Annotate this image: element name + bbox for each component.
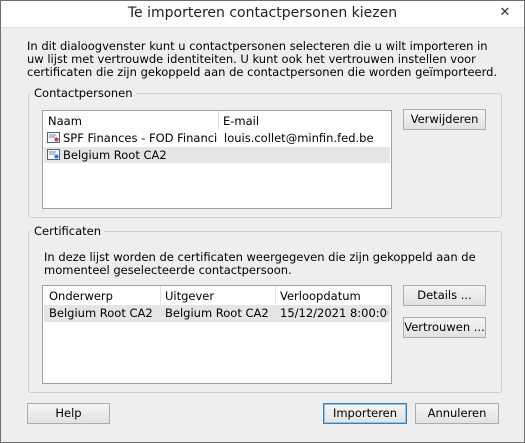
certificates-list-header: Onderwerp Uitgever Verloopdatum [43, 286, 391, 305]
trust-button[interactable]: Vertrouwen ... [403, 317, 486, 338]
import-contacts-dialog: Te importeren contactpersonen kiezen ✕ I… [0, 0, 525, 443]
column-header-name[interactable]: Naam [48, 114, 82, 128]
certificate-icon [47, 149, 60, 160]
certificates-list[interactable]: Onderwerp Uitgever Verloopdatum Belgium … [42, 285, 392, 384]
certificate-issuer: Belgium Root CA2 [165, 306, 269, 320]
column-header-email[interactable]: E-mail [223, 114, 259, 128]
contacts-list[interactable]: Naam E-mail SPF Finances - FOD Financien… [42, 110, 392, 209]
import-button[interactable]: Importeren [323, 403, 407, 424]
contacts-legend: Contactpersonen [34, 86, 133, 100]
certificate-expiry: 15/12/2021 8:00:00 [280, 306, 388, 320]
close-icon[interactable]: ✕ [494, 3, 516, 23]
details-button[interactable]: Details ... [403, 285, 486, 306]
cancel-button[interactable]: Annuleren [415, 403, 499, 424]
contact-row[interactable]: SPF Finances - FOD Financien <lo... loui… [44, 130, 390, 146]
contact-name: SPF Finances - FOD Financien <lo... [63, 131, 218, 145]
column-header-expiry[interactable]: Verloopdatum [280, 289, 361, 303]
column-separator[interactable] [218, 111, 219, 130]
contact-row-selected[interactable]: Belgium Root CA2 [44, 147, 390, 163]
certificate-row[interactable]: Belgium Root CA2 Belgium Root CA2 15/12/… [44, 305, 390, 322]
column-separator[interactable] [275, 286, 276, 305]
remove-button[interactable]: Verwijderen [403, 109, 486, 130]
contacts-list-header: Naam E-mail [43, 111, 391, 130]
dialog-title: Te importeren contactpersonen kiezen [127, 5, 398, 21]
contact-email: louis.collet@minfin.fed.be [224, 131, 374, 145]
certificates-legend: Certificaten [34, 224, 102, 238]
intro-text: In dit dialoogvenster kunt u contactpers… [27, 39, 498, 79]
help-button[interactable]: Help [27, 403, 110, 424]
column-header-subject[interactable]: Onderwerp [49, 289, 113, 303]
certificate-icon [47, 132, 60, 143]
certificate-subject: Belgium Root CA2 [49, 306, 153, 320]
column-separator[interactable] [160, 286, 161, 305]
title-bar[interactable]: Te importeren contactpersonen kiezen ✕ [1, 1, 524, 28]
certificates-description: In deze lijst worden de certificaten wee… [44, 250, 476, 277]
contact-name: Belgium Root CA2 [63, 148, 167, 162]
column-header-issuer[interactable]: Uitgever [165, 289, 214, 303]
